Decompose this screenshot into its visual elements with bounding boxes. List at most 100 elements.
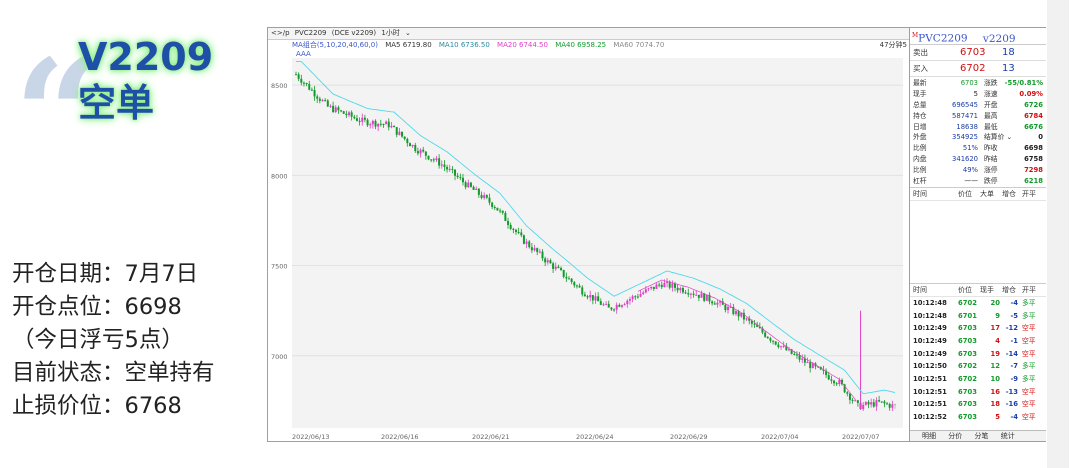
- candle-body: [560, 267, 563, 270]
- stat-value: 587471: [952, 111, 978, 120]
- candle-body: [655, 284, 658, 289]
- tape-price: 6703: [958, 387, 977, 396]
- headline-direction: 空单: [78, 81, 155, 125]
- stat-label: 涨速: [984, 89, 998, 98]
- tape-head-time: 时间: [913, 189, 927, 198]
- orderbook-ask[interactable]: 卖出 6703 18: [910, 45, 1046, 61]
- tape-row: 10:12:48 6701 9 -5 多平: [910, 310, 1046, 323]
- tab-price-dist[interactable]: 分价: [948, 432, 962, 440]
- tape-chg: -13: [1005, 387, 1018, 396]
- stat-label: 持仓: [913, 111, 927, 120]
- candlestick-plot: 8500 8000 7500 7000 2022/06/13 2022/06/16 2022…: [271, 58, 903, 441]
- candle-body: [514, 229, 517, 233]
- candle-body: [681, 288, 684, 293]
- candle-body: [562, 269, 565, 277]
- candle-body: [599, 301, 602, 305]
- candle-body: [467, 182, 470, 188]
- candle-body: [602, 304, 605, 306]
- candle-body: [507, 220, 510, 225]
- tape-type: 空平: [1022, 413, 1036, 422]
- tape-hand: 5: [995, 413, 1000, 422]
- candle-body: [830, 379, 833, 381]
- candle-body: [780, 346, 783, 348]
- candle-body: [348, 112, 351, 116]
- kline-chart[interactable]: <>/p PVC2209 (DCE v2209) 1小时 ⌄ MA组合(5,10…: [268, 28, 909, 441]
- x-tick-label: 2022/06/24: [576, 433, 613, 441]
- tape-hand: 10: [990, 375, 1000, 384]
- tape-price: 6701: [958, 311, 977, 320]
- candle-body: [408, 143, 411, 147]
- candle-body: [435, 158, 438, 161]
- candle-body: [448, 168, 451, 170]
- y-tick-label: 8000: [271, 172, 288, 180]
- candle-body: [432, 159, 435, 161]
- tab-ticks[interactable]: 分笔: [974, 432, 988, 440]
- tape-head2-hand: 现手: [980, 285, 994, 294]
- candle-body: [485, 195, 488, 198]
- candle-body: [777, 344, 780, 348]
- candle-body: [300, 78, 303, 83]
- candle-body: [313, 90, 316, 97]
- stat-value: 341620: [952, 155, 978, 164]
- candle-body: [369, 124, 372, 126]
- stat-value: -55/0.81%: [1004, 79, 1043, 87]
- candle-body: [334, 107, 337, 112]
- stat-row: 日增 18638 最低 6676: [910, 122, 1046, 133]
- tape-type: 多平: [1022, 311, 1036, 320]
- quote-stats: 最新 6703 涨跌 -55/0.81% 现手 5 涨速 0.09% 总量 696545 开盘 672…: [910, 77, 1046, 188]
- big-order-list[interactable]: [910, 201, 1046, 284]
- candle-body: [689, 293, 692, 295]
- tape-row: 10:12:49 6703 19 -14 空平: [910, 348, 1046, 361]
- tape-time: 10:12:49: [913, 324, 947, 333]
- candle-body: [671, 283, 674, 288]
- orderbook-bid[interactable]: 买入 6702 13: [910, 61, 1046, 77]
- candle-body: [363, 117, 366, 120]
- tape-price: 6703: [958, 413, 977, 422]
- candle-body: [793, 353, 796, 355]
- candle-body: [674, 283, 677, 288]
- bid-label: 买入: [913, 64, 928, 73]
- tape-head-type: 开平: [1022, 189, 1036, 198]
- tick-tape[interactable]: 10:12:48 6702 20 -4 多平 10:12:48 6701 9 -5 多平 10:12…: [910, 297, 1046, 424]
- tape-type: 空平: [1022, 387, 1036, 396]
- candle-body: [713, 303, 716, 305]
- stat-label: 结算价 ⌄: [984, 133, 1013, 142]
- candle-body: [342, 111, 345, 114]
- candle-body: [488, 197, 491, 203]
- candle-body: [764, 332, 767, 337]
- candle-body: [416, 151, 419, 154]
- candle-body: [848, 393, 851, 400]
- tab-stats[interactable]: 统计: [1001, 432, 1015, 440]
- candle-body: [586, 296, 589, 298]
- candle-body: [536, 248, 539, 252]
- candle-body: [358, 120, 361, 122]
- candle-body: [628, 299, 631, 301]
- note-status: 目前状态：空单持有: [12, 360, 215, 386]
- candle-body: [835, 383, 838, 385]
- candle-body: [809, 362, 812, 369]
- tape-price: 6702: [958, 298, 977, 307]
- headline-contract: V2209: [78, 35, 214, 79]
- stat-value: 7298: [1024, 166, 1043, 175]
- tape-hand: 19: [990, 349, 1000, 358]
- page-scrollbar[interactable]: [1047, 0, 1069, 468]
- stat-value: 49%: [962, 166, 978, 175]
- candle-body: [827, 375, 830, 380]
- candle-body: [379, 123, 382, 125]
- tape-type: 多平: [1022, 375, 1036, 384]
- candle-body: [883, 401, 886, 404]
- stat-label: 杠杆: [913, 177, 927, 186]
- candle-body: [634, 296, 637, 298]
- x-tick-label: 2022/07/07: [842, 433, 879, 441]
- tape-time: 10:12:51: [913, 400, 947, 409]
- candle-body: [321, 100, 324, 102]
- candle-body: [692, 293, 695, 295]
- tape-type: 空平: [1022, 400, 1036, 409]
- candle-body: [650, 286, 653, 289]
- candle-body: [305, 83, 308, 85]
- candle-body: [332, 105, 335, 112]
- candle-body: [613, 309, 616, 311]
- candle-body: [393, 125, 396, 128]
- tab-detail[interactable]: 明细: [922, 432, 936, 440]
- candle-body: [427, 155, 430, 160]
